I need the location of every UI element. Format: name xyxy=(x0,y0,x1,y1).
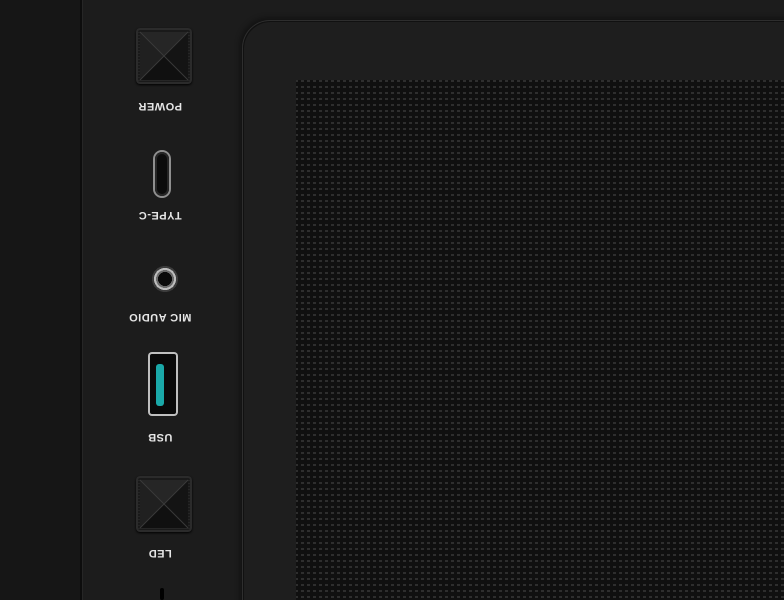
type-c-label: TYPE-C xyxy=(138,209,182,221)
power-label: POWER xyxy=(137,100,183,112)
audio-jack[interactable] xyxy=(150,264,180,294)
led-label: LED xyxy=(148,547,172,559)
case-side-edge xyxy=(80,0,82,600)
pyramid-icon xyxy=(139,31,189,81)
pyramid-icon xyxy=(139,479,189,529)
photo-stage: POWER TYPE-C MIC AUDIO USB LED xyxy=(0,0,784,600)
mic-audio-label: MIC AUDIO xyxy=(128,311,192,323)
type-c-port[interactable] xyxy=(155,152,169,196)
power-button[interactable] xyxy=(136,28,192,84)
usb-label: USB xyxy=(147,431,173,443)
mesh-grille xyxy=(296,80,784,600)
case-side-strip xyxy=(0,0,80,600)
led-button[interactable] xyxy=(136,476,192,532)
usb-port-tongue xyxy=(156,364,164,406)
reset-pinhole[interactable] xyxy=(160,588,164,600)
usb-port[interactable] xyxy=(150,354,176,414)
